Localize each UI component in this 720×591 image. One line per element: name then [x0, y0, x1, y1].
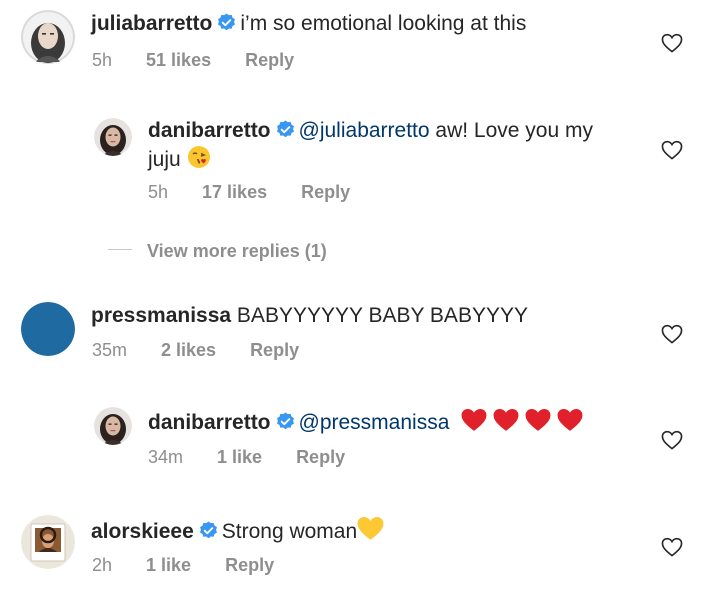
divider — [108, 248, 132, 250]
comment-meta: 34m 1 like Reply — [148, 447, 379, 468]
username[interactable]: juliabarretto — [91, 12, 212, 35]
red-heart-icon — [525, 408, 551, 439]
yellow-heart-icon — [357, 516, 384, 548]
comment-meta: 2h 1 like Reply — [92, 555, 308, 576]
comment-text: aw! Love you my — [429, 119, 593, 142]
comment-meta: 5h 17 likes Reply — [148, 182, 384, 203]
timestamp: 2h — [92, 555, 113, 575]
like-heart-icon[interactable] — [661, 537, 683, 557]
verified-badge-icon — [276, 120, 295, 139]
likes-count[interactable]: 1 like — [146, 555, 191, 575]
verified-badge-icon — [276, 412, 295, 431]
like-heart-icon[interactable] — [661, 324, 683, 344]
view-more-replies-label: View more replies (1) — [147, 241, 327, 261]
mention-link[interactable]: @pressmanissa — [299, 411, 450, 434]
likes-count[interactable]: 2 likes — [161, 340, 216, 360]
like-heart-icon[interactable] — [661, 430, 683, 450]
likes-count[interactable]: 1 like — [217, 447, 262, 467]
avatar[interactable] — [94, 407, 132, 445]
username[interactable]: alorskieee — [91, 520, 194, 543]
timestamp: 5h — [92, 50, 113, 70]
comment-text-line: danibarretto @juliabarretto aw! Love you … — [148, 118, 593, 144]
comment-text-line: pressmanissa BABYYYYYY BABY BABYYYY — [91, 303, 528, 329]
like-heart-icon[interactable] — [661, 33, 683, 53]
view-more-replies-button[interactable]: View more replies (1) — [108, 241, 327, 262]
red-heart-icon — [557, 408, 583, 439]
verified-badge-icon — [217, 13, 236, 32]
reply-button[interactable]: Reply — [296, 447, 345, 467]
mention-link[interactable]: @juliabarretto — [299, 119, 430, 142]
avatar[interactable] — [94, 118, 132, 156]
timestamp: 34m — [148, 447, 184, 467]
comment-text-line: alorskieee Strong woman — [91, 516, 384, 548]
red-heart-emoji-group — [461, 408, 583, 434]
comment-meta: 5h 51 likes Reply — [92, 50, 328, 71]
likes-count[interactable]: 17 likes — [202, 182, 267, 202]
reply-button[interactable]: Reply — [245, 50, 294, 70]
username[interactable]: danibarretto — [148, 119, 271, 142]
red-heart-icon — [461, 408, 487, 439]
avatar[interactable] — [21, 515, 75, 569]
comment-text: BABYYYYYY BABY BABYYYY — [231, 304, 528, 327]
comment-text: Strong woman — [221, 520, 358, 543]
reply-button[interactable]: Reply — [250, 340, 299, 360]
comment-meta: 35m 2 likes Reply — [92, 340, 333, 361]
timestamp: 5h — [148, 182, 169, 202]
comment-text-line: juju — [148, 145, 211, 176]
username[interactable]: pressmanissa — [91, 304, 231, 327]
reply-button[interactable]: Reply — [225, 555, 274, 575]
comment-text-line: juliabarretto i’m so emotional looking at… — [91, 11, 526, 37]
like-heart-icon[interactable] — [661, 140, 683, 160]
likes-count[interactable]: 51 likes — [146, 50, 211, 70]
username[interactable]: danibarretto — [148, 411, 271, 434]
red-heart-icon — [493, 408, 519, 439]
comment-text: juju — [148, 148, 181, 171]
reply-button[interactable]: Reply — [301, 182, 350, 202]
timestamp: 35m — [92, 340, 128, 360]
verified-badge-icon — [199, 521, 218, 540]
avatar[interactable] — [21, 302, 75, 356]
comment-text: i’m so emotional looking at this — [240, 12, 527, 35]
comment-text-line: danibarretto @pressmanissa — [148, 408, 583, 439]
face-blowing-kiss-icon — [187, 145, 211, 176]
avatar[interactable] — [21, 10, 75, 64]
